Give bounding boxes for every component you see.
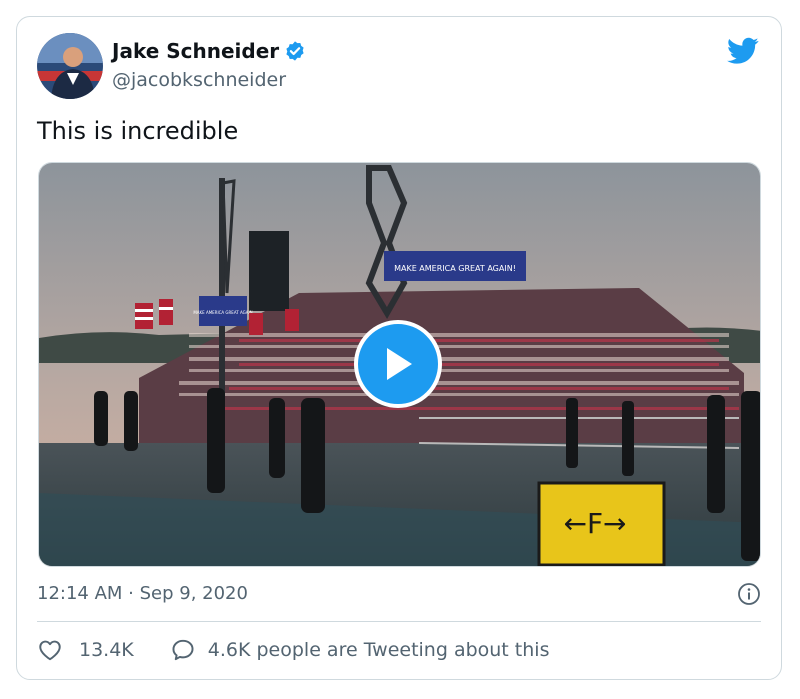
tweet-card[interactable]: Jake Schneider @jacobkschneider This is … (16, 16, 782, 680)
conversation-text: 4.6K people are Tweeting about this (207, 639, 550, 661)
banner-text: MAKE AMERICA GREAT AGAIN! (394, 264, 516, 273)
twitter-bird-icon[interactable] (727, 37, 759, 65)
small-banner-text: MAKE AMERICA GREAT AGAIN (193, 310, 252, 315)
conversation-link[interactable]: 4.6K people are Tweeting about this (170, 637, 550, 663)
tweet-text: This is incredible (37, 117, 239, 145)
heart-icon (39, 640, 61, 661)
divider (37, 621, 761, 622)
author-name[interactable]: Jake Schneider (112, 39, 279, 63)
video-player[interactable]: MAKE AMERICA GREAT AGAIN! MAKE AMERICA G… (38, 162, 761, 567)
info-icon[interactable] (737, 582, 761, 606)
play-button[interactable] (354, 320, 442, 408)
sign-text: ←F→ (563, 507, 626, 540)
speech-bubble-icon (172, 639, 194, 661)
verified-badge-icon (286, 41, 304, 61)
like-button[interactable]: 13.4K (37, 637, 134, 663)
like-count: 13.4K (79, 639, 134, 661)
avatar[interactable] (37, 33, 103, 99)
author-handle[interactable]: @jacobkschneider (112, 69, 286, 91)
tweet-timestamp[interactable]: 12:14 AM · Sep 9, 2020 (37, 583, 248, 604)
play-icon (387, 348, 412, 380)
